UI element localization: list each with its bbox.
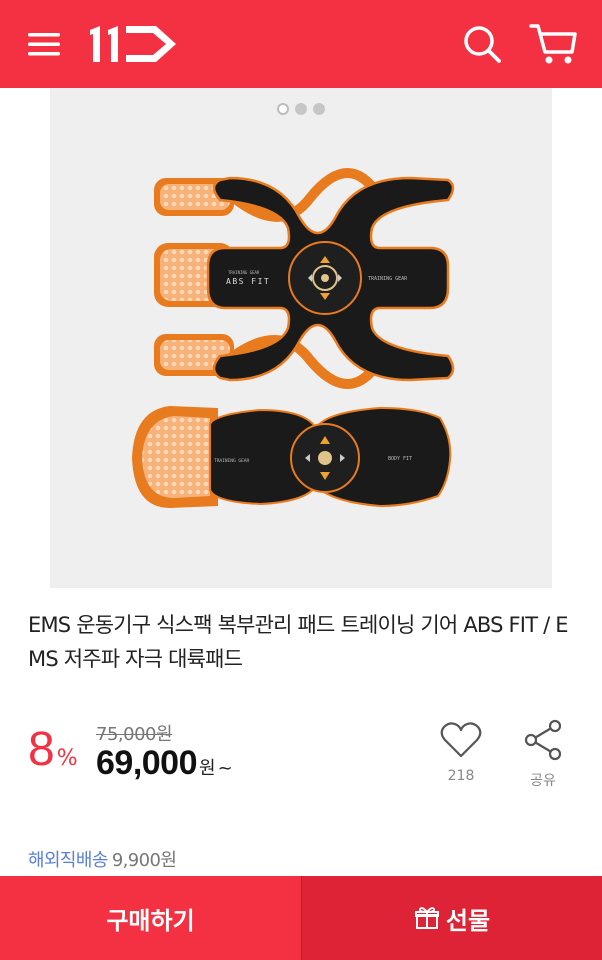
carousel-dot[interactable] <box>295 103 307 115</box>
share-label: 공유 <box>530 773 556 789</box>
shipping-type: 해외직배송 <box>28 850 108 871</box>
gift-icon <box>414 907 439 929</box>
app-header <box>0 0 602 88</box>
discount-rate-unit: % <box>56 746 78 771</box>
gift-button-label: 선물 <box>445 906 491 935</box>
heart-icon <box>440 722 482 758</box>
search-icon[interactable] <box>460 22 504 66</box>
share-button[interactable]: 공유 <box>518 718 568 790</box>
abs-fit-pad-label-small: TRAINING GEAR <box>228 270 260 275</box>
gift-button[interactable]: 선물 <box>301 876 602 960</box>
original-price: 75,000원 <box>96 724 173 745</box>
body-fit-pad-label-left: TRAINING GEAR <box>214 458 250 464</box>
carousel-dot-active[interactable] <box>277 103 289 115</box>
sale-price-currency: 원 <box>199 758 216 779</box>
sale-price-tilde: ~ <box>217 758 233 779</box>
discount-rate-value: 8 <box>28 723 55 776</box>
product-title: EMS 운동기구 식스팩 복부관리 패드 트레이닝 기어 ABS FIT / E… <box>28 613 569 671</box>
sale-price: 69,000 원 ~ <box>96 744 233 783</box>
abs-fit-pad-label: ABS FIT <box>226 277 270 286</box>
buy-button-label: 구매하기 <box>106 906 195 935</box>
body-fit-pad: TRAINING GEAR BODY FIT <box>132 406 452 508</box>
buy-button[interactable]: 구매하기 <box>0 876 301 960</box>
shipping-fee: 9,900원 <box>111 850 177 871</box>
product-image: ABS FIT TRAINING GEAR TRAINING GEAR TRAI… <box>132 168 455 508</box>
body-fit-pad-label-right: BODY FIT <box>388 456 412 462</box>
sale-price-value: 69,000 <box>96 744 198 782</box>
share-icon <box>524 719 562 761</box>
like-count: 218 <box>447 768 475 784</box>
product-image-carousel[interactable]: ABS FIT TRAINING GEAR TRAINING GEAR TRAI… <box>50 88 552 588</box>
shopping-cart-icon[interactable] <box>528 20 578 68</box>
like-button[interactable]: 218 <box>436 720 486 784</box>
bottom-action-bar: 구매하기 선물 <box>0 876 602 960</box>
carousel-indicator <box>50 103 552 115</box>
shipping-info: 해외직배송 9,900원 <box>28 846 177 872</box>
abs-fit-pad: ABS FIT TRAINING GEAR TRAINING GEAR <box>154 168 455 389</box>
abs-fit-pad-label-right: TRAINING GEAR <box>368 276 408 282</box>
carousel-dot[interactable] <box>313 103 325 115</box>
11st-logo[interactable] <box>86 20 182 68</box>
discount-rate: 8 % <box>28 726 78 774</box>
hamburger-menu-icon[interactable] <box>26 26 62 62</box>
